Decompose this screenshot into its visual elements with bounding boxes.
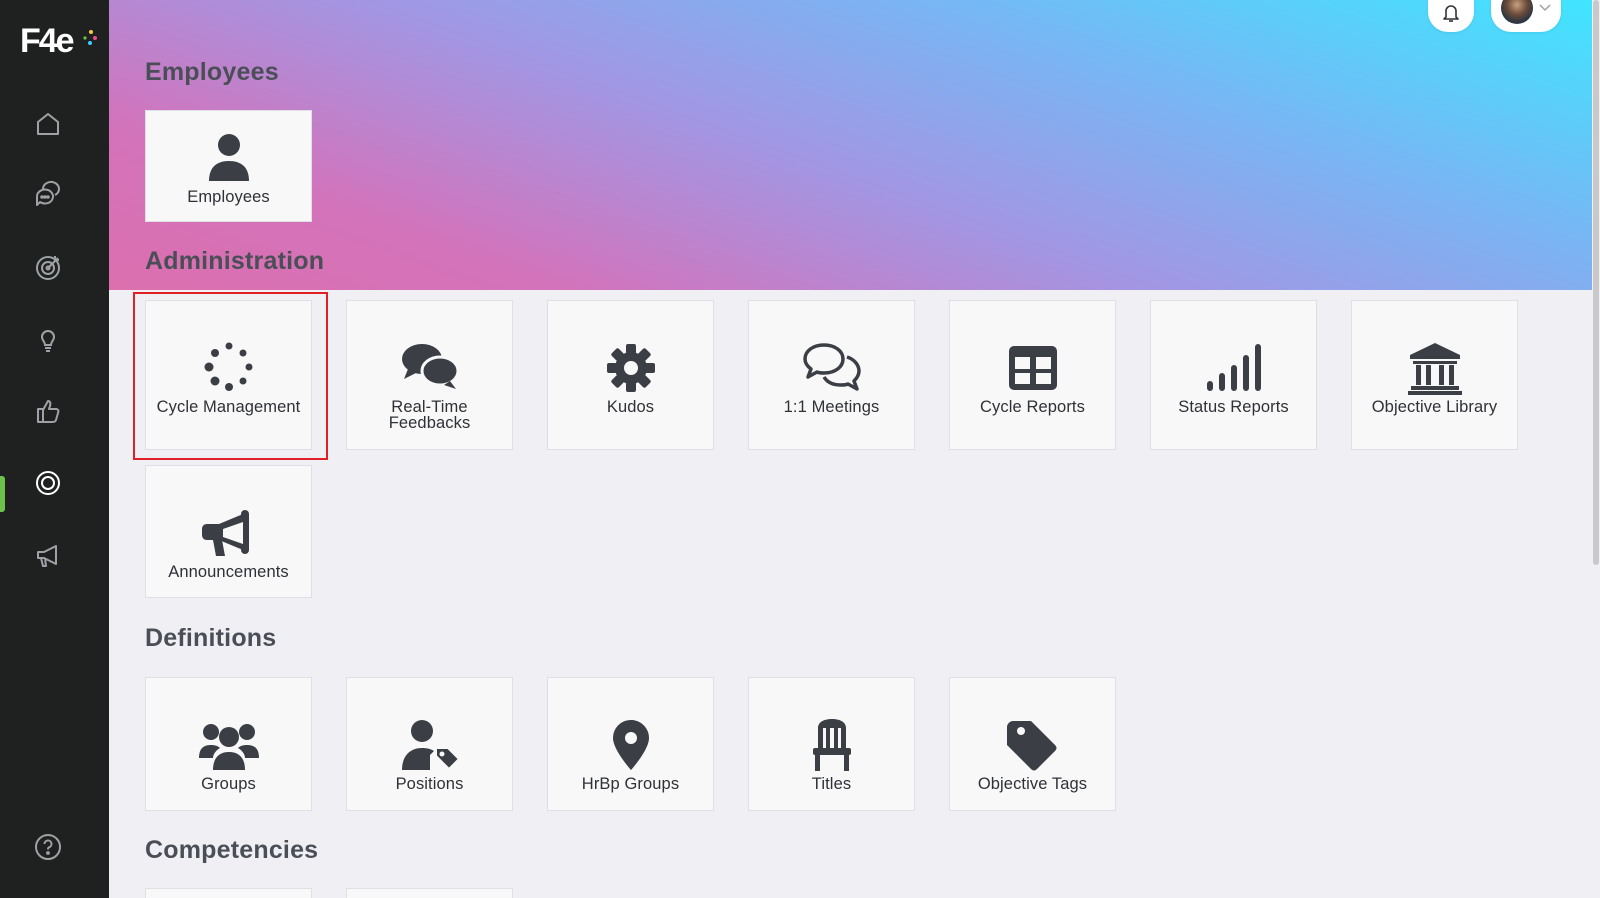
tile-label: Titles: [811, 775, 852, 793]
help-icon: [35, 834, 61, 860]
tile-status-reports[interactable]: Status Reports: [1150, 300, 1317, 450]
svg-text:F4e: F4e: [20, 22, 74, 60]
section-title-definitions: Definitions: [145, 624, 277, 652]
tile-competency[interactable]: [346, 888, 513, 898]
tile-label: Cycle Management: [156, 398, 301, 416]
sidebar-item-settings[interactable]: [28, 463, 68, 503]
sidebar-item-kudos[interactable]: [28, 391, 68, 431]
bell-icon: [1443, 5, 1459, 22]
user-tag-icon: [398, 718, 462, 772]
tile-label: 1:1 Meetings: [783, 398, 880, 416]
tile-label: Cycle Reports: [980, 398, 1085, 416]
scrollbar[interactable]: [1592, 0, 1600, 898]
tile-announcements[interactable]: Announcements: [145, 465, 312, 598]
tile-1-1-meetings[interactable]: 1:1 Meetings: [748, 300, 915, 450]
tile-employees[interactable]: Employees: [145, 110, 312, 222]
chair-icon: [800, 718, 864, 772]
sidebar-item-objectives[interactable]: [28, 247, 68, 287]
tile-label: Objective Tags: [977, 775, 1088, 793]
tile-label: Employees: [187, 188, 270, 206]
section-title-administration: Administration: [145, 247, 325, 275]
tile-objective-library[interactable]: Objective Library: [1351, 300, 1518, 450]
tile-hrbp-groups[interactable]: HrBp Groups: [547, 677, 714, 811]
chevron-down-icon: [1539, 4, 1551, 12]
sidebar-item-conversations[interactable]: [28, 175, 68, 215]
table-icon: [1001, 341, 1065, 395]
map-marker-icon: [599, 718, 663, 772]
megaphone-icon: [37, 545, 57, 567]
home-icon: [37, 113, 59, 135]
avatar: [1501, 0, 1533, 24]
target-icon: [36, 256, 60, 280]
bank-icon: [1403, 341, 1467, 395]
tile-label: Objective Library: [1371, 398, 1498, 416]
hero-banner: [109, 0, 1600, 290]
section-title-competencies: Competencies: [145, 836, 319, 864]
tile-label: Status Reports: [1178, 398, 1289, 416]
sidebar-item-home[interactable]: [28, 104, 68, 144]
sidebar: F4e: [0, 0, 109, 898]
signal-icon: [1202, 341, 1266, 395]
app-logo[interactable]: F4e: [18, 18, 98, 62]
sidebar-item-help[interactable]: [28, 827, 68, 867]
comments-outline-icon: [800, 341, 864, 395]
profile-menu-button[interactable]: [1491, 0, 1561, 32]
comments-icon: [398, 341, 462, 395]
tile-real-time-feedbacks[interactable]: Real-Time Feedbacks: [346, 300, 513, 450]
active-indicator: [0, 476, 5, 512]
tile-cycle-reports[interactable]: Cycle Reports: [949, 300, 1116, 450]
cog-icon: [599, 341, 663, 395]
chat-bubbles-icon: [35, 180, 60, 206]
sidebar-item-announcements[interactable]: [28, 535, 68, 575]
tile-cycle-management[interactable]: Cycle Management: [145, 300, 312, 450]
tile-kudos[interactable]: Kudos: [547, 300, 714, 450]
tile-label: Announcements: [168, 563, 289, 581]
tile-competency[interactable]: [145, 888, 312, 898]
person-icon: [197, 131, 261, 185]
thumbs-up-icon: [37, 400, 60, 423]
tile-titles[interactable]: Titles: [748, 677, 915, 811]
tile-label: Real-Time Feedbacks: [388, 398, 471, 432]
tile-objective-tags[interactable]: Objective Tags: [949, 677, 1116, 811]
tile-label: Kudos: [606, 398, 655, 416]
sidebar-item-ideas[interactable]: [28, 319, 68, 359]
main-content: Employees Employees Administration Cycle…: [109, 0, 1600, 898]
tile-positions[interactable]: Positions: [346, 677, 513, 811]
users-icon: [197, 718, 261, 772]
gear-icon: [36, 471, 60, 495]
tile-label: Groups: [201, 775, 256, 793]
spinner-icon: [197, 341, 261, 395]
tile-label: Positions: [395, 775, 464, 793]
section-title-employees: Employees: [145, 58, 279, 86]
scroll-thumb[interactable]: [1593, 0, 1599, 565]
tile-groups[interactable]: Groups: [145, 677, 312, 811]
tag-icon: [1001, 718, 1065, 772]
lightbulb-icon: [40, 330, 56, 352]
bullhorn-icon: [197, 506, 261, 560]
tile-label: HrBp Groups: [581, 775, 680, 793]
